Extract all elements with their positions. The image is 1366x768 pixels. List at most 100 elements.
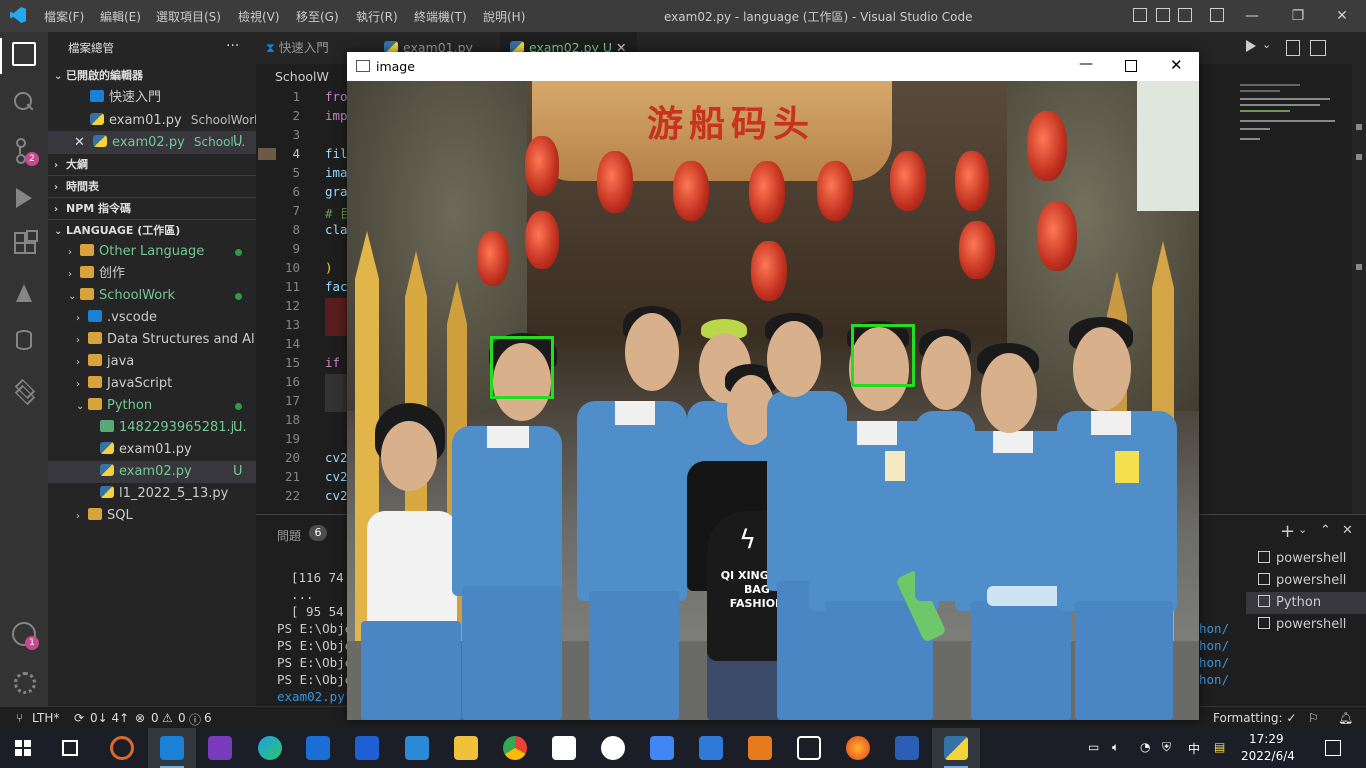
warning-count[interactable]: 0	[178, 711, 186, 725]
chrome-app-icon[interactable]	[503, 736, 527, 760]
warning-icon[interactable]: ⚠	[162, 711, 173, 725]
menu-edit[interactable]: 編輯(E)	[100, 8, 141, 25]
tree-item-folder[interactable]: › JavaScript	[48, 373, 256, 395]
settings-gear-icon[interactable]	[12, 670, 36, 694]
clock-date[interactable]: 2022/6/4	[1241, 749, 1295, 763]
firefox-app-icon[interactable]	[846, 736, 870, 760]
layers-icon[interactable]	[12, 378, 36, 406]
feedback-icon[interactable]: ⚐	[1308, 711, 1319, 725]
open-changes-icon[interactable]	[1286, 40, 1300, 56]
terminal-item[interactable]: powershell	[1246, 548, 1366, 570]
tree-item-folder[interactable]: ⌄ SchoolWork	[48, 285, 256, 307]
sync-status[interactable]: 0↓ 4↑	[90, 711, 129, 725]
tree-item-folder[interactable]: › .vscode	[48, 307, 256, 329]
battery-icon[interactable]: ▭	[1088, 740, 1099, 754]
wifi-icon[interactable]: ◔	[1140, 740, 1150, 754]
notifications-bell-icon[interactable]: 🔔︎	[1338, 711, 1353, 725]
toggle-panel-icon[interactable]	[1156, 8, 1170, 22]
tree-item-file-selected[interactable]: exam02.py U	[48, 461, 256, 483]
explorer-icon[interactable]	[12, 42, 36, 66]
error-icon[interactable]: ⊗	[135, 711, 145, 725]
terminal-dropdown-icon[interactable]: ⌄	[1298, 523, 1307, 536]
codesandbox-app-icon[interactable]	[797, 736, 821, 760]
workspace-header[interactable]: ⌄ LANGUAGE (工作區)	[48, 219, 256, 242]
vscode-logo-icon[interactable]	[10, 7, 26, 23]
new-terminal-button[interactable]: +	[1280, 521, 1295, 542]
editor-scrollbar[interactable]	[1352, 64, 1366, 514]
menu-go[interactable]: 移至(G)	[296, 8, 339, 25]
database-icon[interactable]	[12, 330, 36, 354]
search-icon[interactable]	[12, 90, 36, 114]
stack-overflow-app-icon[interactable]	[748, 736, 772, 760]
image-window-titlebar[interactable]: image — ✕	[347, 52, 1199, 81]
formatting-status[interactable]: Formatting: ✓	[1213, 711, 1296, 725]
todo-app-icon[interactable]	[699, 736, 723, 760]
tree-item-file[interactable]: exam01.py	[48, 439, 256, 461]
vscode-app-icon[interactable]	[160, 736, 184, 760]
open-editor-item[interactable]: exam01.py SchoolWork ...	[48, 109, 256, 131]
open-editor-item-active[interactable]: ✕ exam02.py School... U	[48, 131, 256, 153]
split-editor-icon[interactable]	[1310, 40, 1326, 56]
maximize-panel-icon[interactable]: ⌃	[1320, 523, 1331, 538]
menu-view[interactable]: 檢視(V)	[238, 8, 280, 25]
tree-item-folder[interactable]: › Other Language	[48, 241, 256, 263]
teams-app-icon[interactable]	[306, 736, 330, 760]
github-app-icon[interactable]	[601, 736, 625, 760]
breadcrumb[interactable]: SchoolW	[275, 69, 329, 84]
obs-app-icon[interactable]	[110, 736, 134, 760]
app-icon[interactable]	[552, 736, 576, 760]
image-maximize-button[interactable]	[1125, 60, 1137, 72]
python-app-icon[interactable]	[944, 736, 968, 760]
menu-terminal[interactable]: 終端機(T)	[414, 8, 467, 25]
terminal-item-active[interactable]: Python	[1246, 592, 1366, 614]
task-view-icon[interactable]	[62, 740, 78, 756]
close-editor-icon[interactable]: ✕	[74, 135, 85, 150]
open-editor-item[interactable]: 快速入門	[48, 87, 256, 109]
tree-item-file[interactable]: 1482293965281.j... U	[48, 417, 256, 439]
tree-item-folder[interactable]: ⌄ Python	[48, 395, 256, 417]
close-button[interactable]: ✕	[1322, 4, 1362, 28]
more-actions-button[interactable]: ···	[226, 38, 239, 54]
run-debug-icon[interactable]	[12, 186, 36, 210]
minimize-button[interactable]: —	[1232, 4, 1272, 28]
tree-item-file[interactable]: l1_2022_5_13.py	[48, 483, 256, 505]
image-window[interactable]: image — ✕ 游船码头 QI XING CAI BAG FASHION ϟ	[347, 52, 1199, 720]
menu-file[interactable]: 檔案(F)	[44, 8, 84, 25]
timeline-header[interactable]: › 時間表	[48, 175, 256, 198]
npm-scripts-header[interactable]: › NPM 指令碼	[48, 197, 256, 220]
toggle-sidebar-icon[interactable]	[1133, 8, 1147, 22]
clock-time[interactable]: 17:29	[1249, 732, 1284, 746]
menu-selection[interactable]: 選取項目(S)	[156, 8, 221, 25]
word-app-icon[interactable]	[895, 736, 919, 760]
tree-item-folder[interactable]: › SQL	[48, 505, 256, 527]
run-file-icon[interactable]	[1246, 40, 1256, 52]
open-editors-header[interactable]: ⌄ 已開啟的編輯器	[48, 65, 256, 87]
notepad-icon[interactable]: ▤	[1214, 740, 1225, 754]
onenote-app-icon[interactable]	[208, 736, 232, 760]
run-dropdown-icon[interactable]: ⌄	[1262, 38, 1271, 51]
image-close-button[interactable]: ✕	[1170, 56, 1183, 74]
extensions-icon[interactable]	[12, 230, 38, 258]
error-count[interactable]: 0	[151, 711, 159, 725]
toggle-secondary-sidebar-icon[interactable]	[1178, 8, 1192, 22]
customize-layout-icon[interactable]	[1210, 8, 1224, 22]
tree-item-folder[interactable]: › 创作	[48, 263, 256, 285]
tab-problems[interactable]: 問題	[277, 527, 301, 544]
close-panel-icon[interactable]: ✕	[1342, 523, 1353, 538]
ime-indicator[interactable]: 中	[1188, 740, 1200, 757]
maximize-button[interactable]: ❐	[1278, 4, 1318, 28]
info-icon[interactable]: ⓘ	[189, 711, 201, 728]
volume-icon[interactable]: 🔈︎	[1112, 740, 1119, 755]
menu-help[interactable]: 說明(H)	[483, 8, 525, 25]
testing-flask-icon[interactable]	[12, 282, 36, 306]
tab-quick-start[interactable]: ⧗ 快速入門	[256, 32, 339, 64]
branch-name[interactable]: LTH*	[32, 711, 59, 725]
edge-app-icon[interactable]	[258, 736, 282, 760]
tree-item-folder[interactable]: › java	[48, 351, 256, 373]
terminal-item[interactable]: powershell	[1246, 570, 1366, 592]
info-count[interactable]: 6	[204, 711, 212, 725]
terminal-item[interactable]: powershell	[1246, 614, 1366, 636]
notification-center-icon[interactable]	[1325, 740, 1341, 756]
security-shield-icon[interactable]: ⛨	[1162, 740, 1171, 755]
sync-icon[interactable]: ⟳	[74, 711, 84, 725]
